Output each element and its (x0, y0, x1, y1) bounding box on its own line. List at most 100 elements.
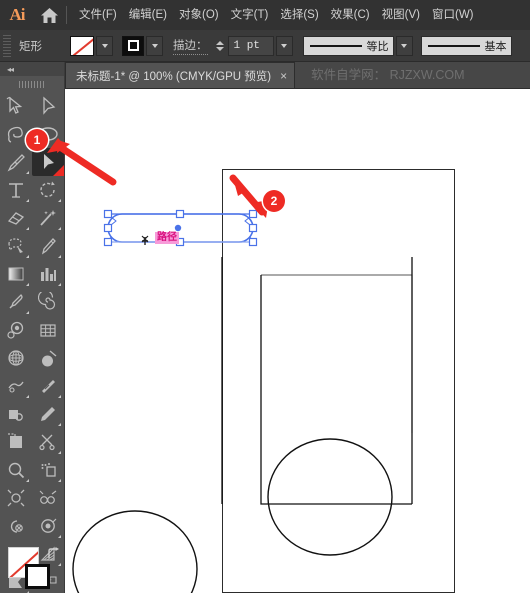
magic-wand-tool-icon[interactable] (32, 204, 64, 232)
chevron-down-icon (401, 43, 407, 48)
width-profile-preview (309, 44, 362, 47)
shaper-tool-icon[interactable] (0, 232, 32, 260)
stroke-weight-dropdown-button[interactable] (275, 35, 293, 56)
control-bar: 矩形 描边： 1 pt 等比 基本 (0, 30, 530, 62)
width-profile-dropdown-button[interactable] (395, 35, 413, 56)
mesh-tool-icon[interactable] (0, 344, 32, 372)
fill-stroke-swatches[interactable] (8, 547, 50, 589)
pencil-tool-icon[interactable] (32, 400, 64, 428)
document-tab[interactable]: 未标题-1* @ 100% (CMYK/GPU 预览) × (65, 62, 296, 88)
stroke-weight-label[interactable]: 描边： (173, 37, 208, 55)
tool-flyout-indicator (26, 479, 29, 482)
document-tab-bar: 未标题-1* @ 100% (CMYK/GPU 预览) × 软件自学网： RJZ… (65, 62, 530, 89)
artboard-tool-icon[interactable] (0, 428, 32, 456)
gradient-tool-icon[interactable] (0, 260, 32, 288)
tool-flyout-indicator (58, 199, 61, 202)
width-profile-select[interactable]: 等比 (302, 35, 394, 56)
direct-selection-tool-icon[interactable] (32, 148, 64, 176)
chevron-down-icon (101, 43, 108, 48)
brush-definition-label: 基本 (484, 40, 507, 53)
stepper-up-icon (215, 40, 224, 45)
live-paint-tool-icon[interactable] (32, 512, 64, 540)
tool-flyout-indicator (26, 171, 29, 174)
marker-badge-1: 1 (26, 129, 48, 151)
tool-grid (0, 92, 64, 593)
brush-definition-preview (427, 44, 480, 47)
active-tool-label: 矩形 (19, 40, 42, 53)
blend-tool-icon[interactable] (0, 512, 32, 540)
menu-file[interactable]: 文件(F) (73, 0, 123, 30)
tool-flyout-indicator (26, 395, 29, 398)
tool-flyout-indicator (26, 311, 29, 314)
tool-panel-grip[interactable] (0, 76, 64, 92)
menu-edit[interactable]: 编辑(E) (123, 0, 173, 30)
menu-type[interactable]: 文字(T) (225, 0, 275, 30)
grid-tool-icon[interactable] (32, 316, 64, 344)
width-profile-label: 等比 (366, 40, 389, 53)
tool-flyout-indicator (58, 423, 61, 426)
paintbrush-tool-icon[interactable] (0, 148, 32, 176)
tool-flyout-indicator (26, 199, 29, 202)
path-smart-guide-label: 路径 (155, 232, 179, 244)
tool-flyout-indicator (26, 255, 29, 258)
direct-selection-outline-icon[interactable] (32, 92, 64, 120)
width-tool-icon[interactable] (32, 372, 64, 400)
stroke-weight-input[interactable]: 1 pt (227, 35, 274, 56)
close-icon[interactable]: × (280, 70, 287, 82)
spiral-tool-icon[interactable] (32, 288, 64, 316)
home-icon[interactable] (34, 7, 64, 24)
tool-flyout-indicator (58, 143, 61, 146)
zoom-tool-icon[interactable] (0, 456, 32, 484)
shape-builder-tool-icon[interactable] (32, 344, 64, 372)
tool-flyout-indicator (58, 227, 61, 230)
perspective-grid-tool-icon[interactable] (32, 456, 64, 484)
stroke-swatch[interactable] (122, 35, 144, 56)
canvas-area[interactable]: 路径 (65, 89, 530, 593)
tool-panel-header[interactable]: ◂◂ (0, 62, 64, 76)
menu-bar: Ai 文件(F) 编辑(E) 对象(O) 文字(T) 选择(S) 效果(C) 视… (0, 0, 530, 30)
menu-object[interactable]: 对象(O) (173, 0, 225, 30)
stroke-dropdown-button[interactable] (146, 35, 163, 56)
eraser-tool-icon[interactable] (0, 204, 32, 232)
tool-flyout-indicator (58, 535, 61, 538)
menu-effect[interactable]: 效果(C) (325, 0, 376, 30)
selection-tool-icon[interactable] (0, 92, 32, 120)
tool-flyout-indicator (26, 283, 29, 286)
collapse-panel-icon[interactable]: ◂◂ (7, 65, 14, 74)
watermark-text: 软件自学网： RJZXW.COM (311, 68, 465, 82)
eyedropper-tool-icon[interactable] (0, 288, 32, 316)
symbol-sprayer-tool-icon[interactable] (0, 316, 32, 344)
stroke-weight-stepper[interactable] (215, 37, 225, 55)
rotate-tool-icon[interactable] (32, 176, 64, 204)
menu-window[interactable]: 窗口(W) (426, 0, 480, 30)
tool-flyout-indicator (58, 395, 61, 398)
fill-swatch[interactable] (70, 35, 94, 56)
warp-tool-icon[interactable] (0, 372, 32, 400)
brush-definition-select[interactable]: 基本 (420, 35, 512, 56)
stepper-down-icon (215, 46, 224, 51)
tool-flyout-indicator (58, 283, 61, 286)
tool-flyout-indicator (58, 451, 61, 454)
marker-badge-2: 2 (263, 190, 285, 212)
scale-tool-icon[interactable] (32, 484, 64, 512)
chevron-down-icon (281, 43, 287, 48)
scissors-tool-icon[interactable] (32, 428, 64, 456)
selected-path-overlay[interactable] (65, 89, 530, 593)
document-tab-title: 未标题-1* @ 100% (CMYK/GPU 预览) (76, 70, 272, 83)
chevron-down-icon (151, 43, 158, 48)
fill-stroke-controls (0, 541, 65, 593)
menu-divider (66, 6, 67, 24)
column-graph-tool-icon[interactable] (32, 260, 64, 288)
app-logo: Ai (9, 5, 26, 24)
stroke-color-swatch[interactable] (25, 564, 50, 589)
blob-brush-tool-icon[interactable] (32, 232, 64, 260)
free-transform-tool-icon[interactable] (0, 400, 32, 428)
type-tool-icon[interactable] (0, 176, 32, 204)
menu-select[interactable]: 选择(S) (274, 0, 324, 30)
tool-flyout-indicator (26, 227, 29, 230)
fill-dropdown-button[interactable] (96, 35, 113, 56)
swap-fill-stroke-icon[interactable] (46, 547, 60, 566)
menu-view[interactable]: 视图(V) (376, 0, 426, 30)
rotate-twirl-tool-icon[interactable] (0, 484, 32, 512)
control-bar-grip[interactable] (3, 34, 11, 57)
